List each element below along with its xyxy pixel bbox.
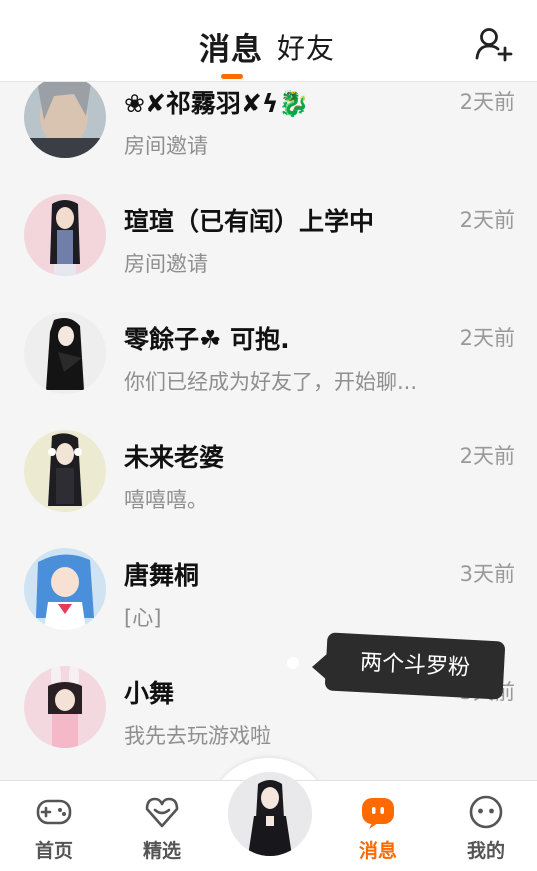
avatar[interactable] (24, 82, 106, 158)
conversation-name: 瑄瑄（已有闰）上学中 (124, 207, 375, 236)
top-header: 消息 好友 (0, 0, 537, 82)
conversation-preview: 你们已经成为好友了，开始聊... (124, 370, 418, 394)
conversation-name: 零餘子☘ 可抱. (124, 325, 290, 354)
tab-messages[interactable]: 消息 (199, 24, 263, 69)
conversation-preview: 我先去玩游戏啦 (124, 724, 271, 748)
gamepad-icon (36, 799, 72, 825)
avatar[interactable] (24, 430, 106, 512)
nav-messages[interactable]: 消息 (343, 793, 413, 868)
conversation-time: 2天前 (459, 326, 515, 350)
conversation-time: 2天前 (459, 444, 515, 468)
conversation-time: 2天前 (459, 90, 515, 114)
conversation-name: 小舞 (124, 679, 175, 708)
avatar[interactable] (24, 548, 106, 630)
nav-label: 首页 (34, 840, 73, 862)
heart-gem-icon (145, 797, 179, 828)
add-user-icon[interactable] (474, 24, 514, 64)
nav-label: 我的 (466, 840, 505, 862)
conversation-preview: 房间邀请 (124, 252, 208, 276)
nav-label: 消息 (358, 840, 397, 862)
nav-label: 精选 (142, 840, 181, 862)
chat-bubble-icon (362, 798, 394, 829)
conversation-item[interactable]: 未来老婆 嘻嘻嘻。 2天前 (0, 404, 537, 522)
avatar[interactable] (24, 312, 106, 394)
conversation-item[interactable]: 唐舞桐 [心] 3天前 (0, 522, 537, 640)
active-tab-indicator (221, 74, 243, 79)
conversation-item[interactable]: 零餘子☘ 可抱. 你们已经成为好友了，开始聊... 2天前 (0, 286, 537, 404)
avatar[interactable] (24, 194, 106, 276)
tab-friends[interactable]: 好友 (277, 27, 335, 67)
nav-featured[interactable]: 精选 (127, 793, 197, 868)
conversation-time: 2天前 (459, 208, 515, 232)
smiley-face-icon (469, 795, 503, 829)
conversation-name: 唐舞桐 (124, 561, 200, 590)
nav-profile[interactable]: 我的 (451, 793, 521, 868)
conversation-name: ❀✘祁霧羽✘ϟ🐉 (124, 89, 310, 118)
tooltip-anchor-dot (287, 657, 299, 669)
tooltip-text: 两个斗罗粉 (324, 632, 506, 700)
profile-avatar[interactable] (228, 772, 312, 856)
conversation-name: 未来老婆 (124, 443, 225, 472)
avatar[interactable] (24, 666, 106, 748)
conversation-preview: 房间邀请 (124, 134, 208, 158)
conversation-preview: 嘻嘻嘻。 (124, 488, 208, 512)
conversation-item[interactable]: ❀✘祁霧羽✘ϟ🐉 房间邀请 2天前 (0, 82, 537, 168)
conversation-preview: [心] (124, 606, 162, 630)
conversation-time: 3天前 (459, 562, 515, 586)
nav-home[interactable]: 首页 (19, 793, 89, 868)
conversation-item[interactable]: 瑄瑄（已有闰）上学中 房间邀请 2天前 (0, 168, 537, 286)
